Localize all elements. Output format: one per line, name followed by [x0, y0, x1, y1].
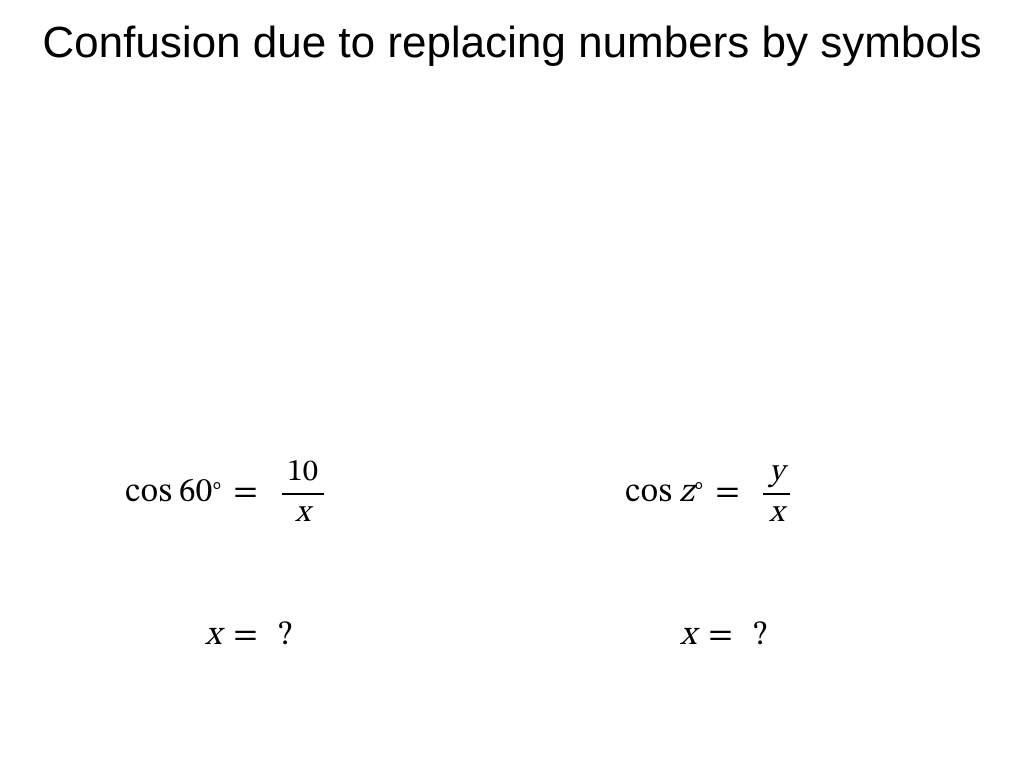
numerator: 10 [282, 457, 324, 490]
cos-function: cos [625, 472, 673, 515]
equals-sign: = [233, 472, 257, 515]
variable-x: x [680, 615, 696, 658]
denominator: x [764, 498, 790, 531]
equation-right-main: cos z ° = y x [625, 457, 790, 531]
variable-x: x [205, 615, 221, 658]
numerator: y [763, 457, 789, 490]
degree-symbol: ° [212, 479, 221, 507]
equation-left-question: x = ? [205, 615, 292, 659]
degree-symbol: ° [694, 479, 703, 507]
fraction: 10 x [282, 457, 324, 531]
equals-sign: = [708, 615, 732, 658]
fraction-bar [282, 493, 324, 495]
fraction: y x [763, 457, 789, 531]
question-mark: ? [753, 615, 767, 658]
equals-sign: = [715, 472, 739, 515]
slide: Confusion due to replacing numbers by sy… [0, 0, 1024, 768]
equals-sign: = [233, 615, 257, 658]
question-mark: ? [278, 615, 292, 658]
angle-value: 60 [179, 472, 213, 515]
equation-left-main: cos 60 ° = 10 x [125, 457, 324, 531]
equation-right-question: x = ? [680, 615, 767, 659]
angle-variable: z [679, 472, 695, 515]
denominator: x [290, 498, 316, 531]
fraction-bar [763, 493, 789, 495]
cos-function: cos [125, 472, 173, 515]
slide-title: Confusion due to replacing numbers by sy… [0, 18, 1024, 69]
